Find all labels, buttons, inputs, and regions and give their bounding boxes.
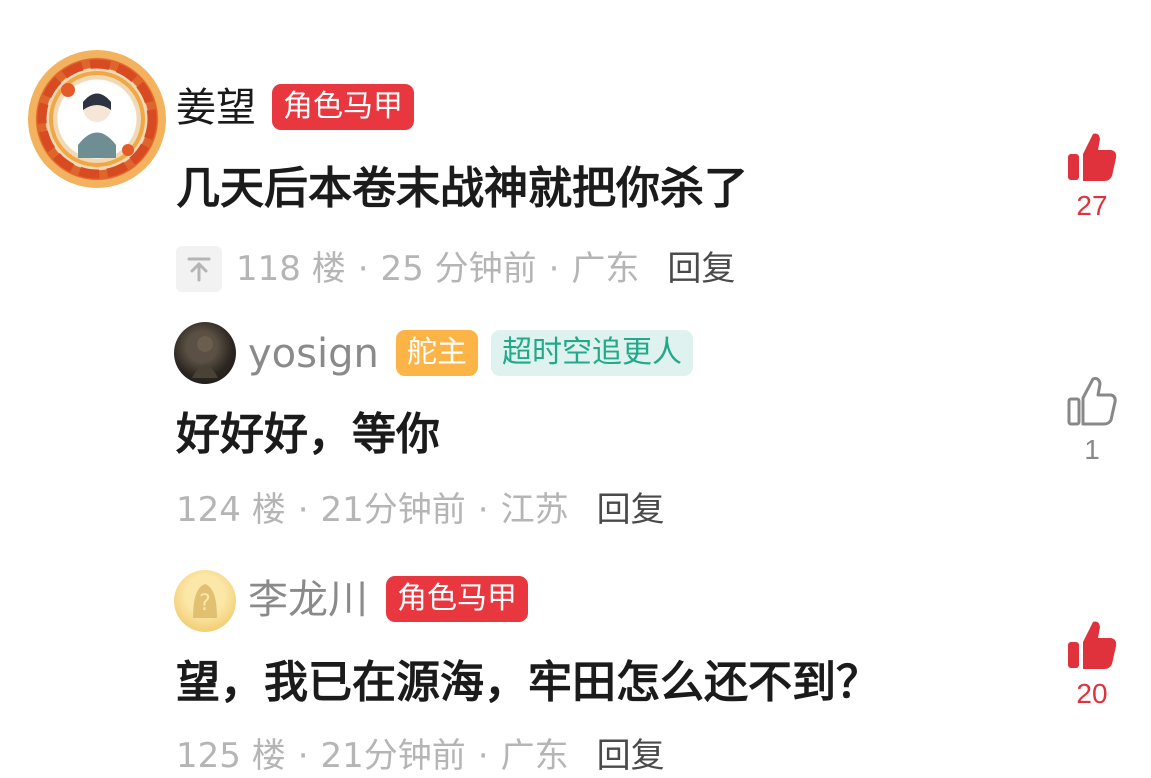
thumbs-up-outline-icon [1067, 377, 1117, 426]
like-count: 27 [1076, 190, 1108, 221]
reply-button[interactable]: 回复 [597, 734, 665, 778]
role-tag: 舵主 [396, 330, 478, 376]
username[interactable]: 李龙川 [248, 576, 368, 624]
location: 江苏 [500, 490, 569, 530]
thumbs-up-filled-icon [1068, 621, 1117, 669]
achievement-tag: 超时空追更人 [491, 330, 693, 376]
reply-button[interactable]: 回复 [597, 488, 665, 532]
avatar[interactable] [28, 50, 166, 188]
timestamp: 21分钟前 [320, 490, 466, 530]
svg-text:?: ? [199, 591, 211, 616]
like-button[interactable]: 20 [1062, 618, 1122, 710]
role-tag: 角色马甲 [272, 84, 414, 130]
floor-number: 118 楼 [236, 249, 346, 289]
comment-meta: 124 楼 · 21分钟前 · 江苏 回复 [176, 488, 665, 532]
comment-content: 望，我已在源海，牢田怎么还不到？ [176, 657, 880, 708]
location: 广东 [571, 249, 640, 289]
timestamp: 21分钟前 [320, 736, 466, 776]
timestamp: 25 分钟前 [380, 249, 537, 289]
default-avatar-icon: ? [193, 584, 217, 618]
comment-content: 好好好，等你 [176, 409, 440, 460]
username[interactable]: 姜望 [176, 84, 256, 132]
location: 广东 [500, 736, 569, 776]
floor-number: 124 楼 [176, 490, 286, 530]
like-count: 20 [1076, 678, 1108, 709]
username[interactable]: yosign [248, 330, 379, 378]
like-button[interactable]: 1 [1062, 374, 1122, 466]
comment-meta: 125 楼 · 21分钟前 · 广东 回复 [176, 734, 665, 778]
avatar[interactable] [174, 322, 236, 384]
pin-top-icon [176, 246, 222, 292]
dragon-avatar-icon [37, 59, 157, 179]
floor-number: 125 楼 [176, 736, 286, 776]
role-tag: 角色马甲 [386, 576, 528, 622]
like-button[interactable]: 27 [1062, 130, 1122, 222]
reply-button[interactable]: 回复 [667, 247, 735, 291]
avatar[interactable]: ? [174, 570, 236, 632]
person-avatar-icon [192, 336, 218, 378]
comment-content: 几天后本卷末战神就把你杀了 [176, 163, 748, 214]
like-count: 1 [1084, 434, 1100, 465]
thumbs-up-filled-icon [1068, 133, 1117, 181]
comment-meta: 118 楼 · 25 分钟前 · 广东 回复 [176, 246, 735, 292]
